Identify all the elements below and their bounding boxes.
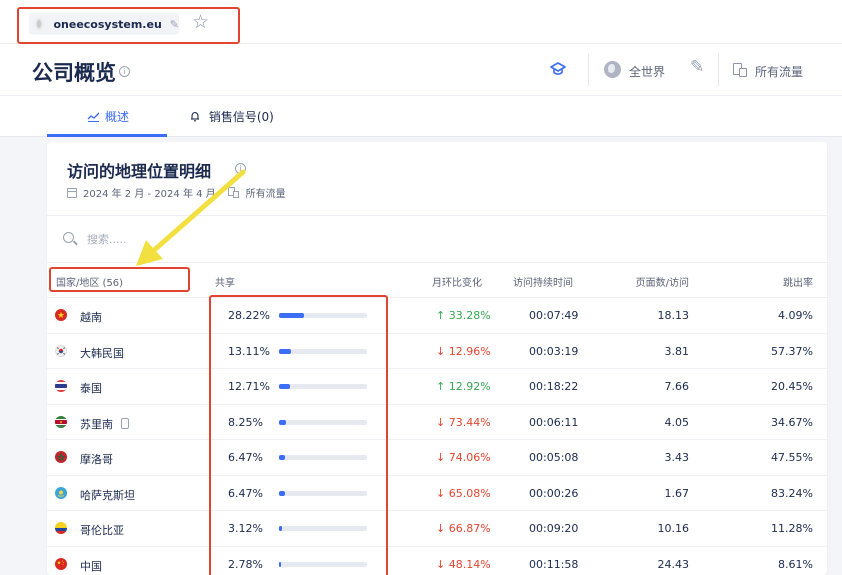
visit-duration: 00:07:49 (529, 309, 579, 322)
col-header-pages[interactable]: 页面数/访问 (607, 274, 689, 289)
traffic-selector[interactable]: 所有流量 (755, 63, 803, 80)
pages-per-visit: 10.16 (657, 522, 690, 535)
trend-line-icon (87, 112, 100, 123)
country-label: 苏里南 (80, 417, 113, 431)
visit-duration: 00:09:20 (529, 522, 579, 535)
mom-change: ↓ 74.06% (436, 451, 491, 464)
traffic-source-icon (227, 187, 240, 198)
page-header: 公司概览 i 全世界 ✎ 所有流量 (0, 44, 842, 96)
visit-duration: 00:05:08 (529, 451, 579, 464)
country-name[interactable]: 越南 (80, 309, 102, 325)
traffic-source-icon (733, 63, 747, 77)
bounce-rate: 11.28% (771, 522, 813, 535)
country-name[interactable]: 泰国 (80, 380, 102, 396)
region-selector[interactable]: 全世界 (629, 63, 665, 80)
card-info-icon[interactable]: i (235, 163, 246, 174)
country-name[interactable]: 苏里南 (80, 416, 129, 432)
edit-pencil-icon[interactable]: ✎ (690, 57, 704, 77)
mobile-icon (121, 417, 129, 429)
search-row (47, 215, 827, 263)
bounce-rate: 47.55% (771, 451, 813, 464)
share-column-highlight-box (209, 295, 388, 575)
date-range: 2024 年 2 月 - 2024 年 4 月 (83, 189, 216, 200)
tab-sales-signals[interactable]: 销售信号(0) (190, 108, 274, 125)
vietnam-flag-icon (55, 309, 67, 321)
geo-breakdown-card: 访问的地理位置明细 i 2024 年 2 月 - 2024 年 4 月 所有流量… (47, 142, 827, 575)
bell-icon (190, 110, 204, 124)
tab-overview[interactable]: 概述 (87, 108, 129, 125)
visit-duration: 00:00:26 (529, 486, 579, 500)
mom-change: ↓ 73.44% (436, 415, 491, 429)
pages-per-visit: 3.81 (664, 344, 690, 358)
bounce-rate: 4.09% (778, 309, 813, 322)
thailand-flag-icon (55, 380, 67, 392)
visit-duration: 00:11:58 (529, 557, 579, 571)
title-info-icon[interactable]: i (119, 66, 130, 77)
country-name[interactable]: 哈萨克斯坦 (80, 487, 135, 503)
china-flag-icon (55, 557, 67, 570)
header-divider (718, 54, 719, 86)
mom-change: ↑ 33.28% (436, 309, 491, 322)
tab-overview-label: 概述 (105, 110, 130, 124)
colombia-flag-icon (55, 522, 67, 534)
south-korea-flag-icon (55, 344, 67, 357)
table-row[interactable]: 大韩民国 13.11% ↓ 12.96% 00:03:19 3.81 57.37… (47, 334, 827, 369)
header-divider (588, 54, 589, 86)
mom-change: ↓ 12.96% (436, 344, 491, 358)
country-name[interactable]: 哥伦比亚 (80, 522, 124, 538)
bounce-rate: 57.37% (771, 344, 813, 358)
tab-bar: 概述 销售信号(0) (0, 96, 842, 137)
table-row[interactable]: 泰国 12.71% ↑ 12.92% 00:18:22 7.66 20.45% (47, 369, 827, 405)
pages-per-visit: 4.05 (664, 415, 690, 429)
kazakhstan-flag-icon (55, 486, 67, 499)
url-highlight-box (17, 7, 240, 44)
table-row[interactable]: 越南 28.22% ↑ 33.28% 00:07:49 18.13 4.09% (47, 298, 827, 334)
table-row[interactable]: 中国 2.78% ↓ 48.14% 00:11:58 24.43 8.61% (47, 547, 827, 575)
pages-per-visit: 7.66 (664, 380, 690, 393)
visit-duration: 00:06:11 (529, 415, 579, 429)
col-header-bounce[interactable]: 跳出率 (747, 274, 813, 289)
bounce-rate: 34.67% (771, 415, 813, 429)
search-icon (63, 232, 74, 243)
col-header-duration[interactable]: 访问持续时间 (513, 274, 573, 289)
pages-per-visit: 18.13 (657, 309, 690, 322)
col-header-share[interactable]: 共享 (215, 274, 235, 289)
visit-duration: 00:18:22 (529, 380, 579, 393)
country-header-highlight-box (49, 267, 190, 292)
mom-change: ↓ 65.08% (436, 486, 491, 500)
table-row[interactable]: 哈萨克斯坦 6.47% ↓ 65.08% 00:00:26 1.67 83.24… (47, 476, 827, 511)
table-row[interactable]: 摩洛哥 6.47% ↓ 74.06% 00:05:08 3.43 47.55% (47, 440, 827, 476)
bounce-rate: 8.61% (778, 557, 813, 571)
page-title: 公司概览 (32, 61, 116, 85)
card-title: 访问的地理位置明细 (67, 162, 212, 181)
graduation-cap-icon[interactable] (550, 61, 566, 80)
suriname-flag-icon (55, 415, 67, 428)
bounce-rate: 20.45% (771, 380, 813, 393)
pages-per-visit: 24.43 (657, 557, 690, 571)
search-input[interactable] (87, 229, 387, 249)
country-name[interactable]: 摩洛哥 (80, 451, 113, 467)
pages-per-visit: 1.67 (664, 486, 690, 500)
traffic-type: 所有流量 (245, 189, 286, 200)
bounce-rate: 83.24% (771, 486, 813, 500)
mom-change: ↑ 12.92% (436, 380, 491, 393)
mom-change: ↓ 48.14% (436, 557, 491, 571)
country-name[interactable]: 中国 (80, 558, 102, 574)
country-name[interactable]: 大韩民国 (80, 345, 124, 361)
visit-duration: 00:03:19 (529, 344, 579, 358)
pages-per-visit: 3.43 (664, 451, 690, 464)
morocco-flag-icon (55, 451, 67, 463)
table-row[interactable]: 苏里南 8.25% ↓ 73.44% 00:06:11 4.05 34.67% (47, 405, 827, 440)
calendar-icon (67, 187, 77, 198)
mom-change: ↓ 66.87% (436, 522, 491, 535)
col-header-change[interactable]: 月环比变化 (432, 274, 482, 289)
card-meta: 2024 年 2 月 - 2024 年 4 月 所有流量 (67, 185, 286, 200)
globe-icon (604, 61, 621, 78)
table-row[interactable]: 哥伦比亚 3.12% ↓ 66.87% 00:09:20 10.16 11.28… (47, 511, 827, 547)
tab-sales-signals-label: 销售信号(0) (208, 110, 274, 124)
